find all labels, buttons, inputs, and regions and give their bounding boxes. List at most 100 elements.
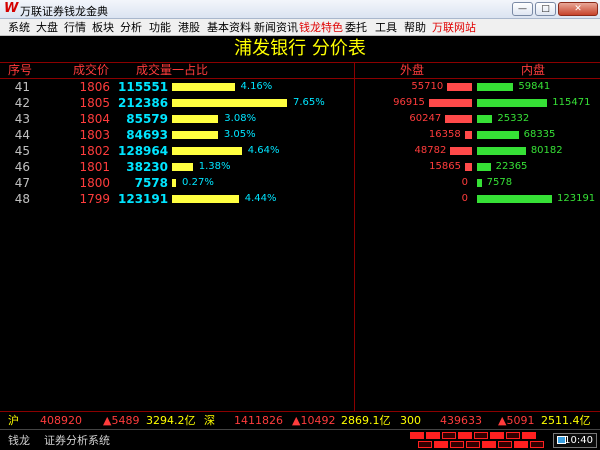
breadth-led bbox=[450, 441, 464, 448]
row-price: 1804 bbox=[79, 112, 110, 126]
table-row[interactable]: 46 1801 38230 1.38% 15865 22365 bbox=[0, 159, 600, 175]
inner-volume-bar bbox=[477, 163, 491, 171]
menu-item-analysis[interactable]: 分析 bbox=[120, 20, 142, 35]
row-inner-volume: 22365 bbox=[495, 161, 528, 172]
volume-share-bar bbox=[172, 115, 219, 123]
csi300-label: 300 bbox=[400, 414, 421, 427]
column-header-price: 成交价 bbox=[73, 63, 110, 77]
window-title: 万联证券钱龙金典 bbox=[20, 5, 108, 18]
row-price: 1802 bbox=[79, 144, 110, 158]
index-ticker-bar: 沪 408920 ▲5489 3294.2亿 深 1411826 ▲10492 … bbox=[0, 411, 600, 429]
row-volume: 128964 bbox=[118, 144, 169, 158]
row-seq: 48 bbox=[14, 192, 30, 206]
sh-index-change: ▲5489 bbox=[103, 414, 140, 427]
volume-share-bar bbox=[172, 195, 239, 203]
row-inner-volume: 80182 bbox=[530, 145, 563, 156]
row-volume-pct: 3.08% bbox=[224, 113, 257, 124]
row-volume-pct: 3.05% bbox=[223, 129, 256, 140]
row-volume: 123191 bbox=[118, 192, 169, 206]
menu-item-hk-stocks[interactable]: 港股 bbox=[178, 20, 200, 35]
menu-item-functions[interactable]: 功能 bbox=[149, 20, 171, 35]
brand-label[interactable]: 钱龙 bbox=[8, 433, 30, 448]
volume-share-bar bbox=[172, 83, 235, 91]
breadth-led bbox=[522, 432, 536, 439]
sz-index-label: 深 bbox=[204, 414, 215, 427]
breadth-led bbox=[530, 441, 544, 448]
row-seq: 44 bbox=[14, 128, 30, 142]
row-volume-pct: 4.16% bbox=[240, 81, 273, 92]
inner-volume-bar bbox=[477, 115, 493, 123]
title-bar: W 万联证券钱龙金典 — □ ✕ bbox=[0, 0, 600, 19]
breadth-led bbox=[410, 432, 424, 439]
row-outer-volume: 15865 bbox=[429, 161, 461, 172]
row-volume: 115551 bbox=[118, 80, 169, 94]
menu-item-market[interactable]: 大盘 bbox=[36, 20, 58, 35]
menu-item-qianlong-features[interactable]: 钱龙特色 bbox=[299, 20, 343, 35]
inner-volume-bar bbox=[477, 83, 514, 91]
clock-time: 10:40 bbox=[564, 435, 593, 446]
table-row[interactable]: 45 1802 128964 4.64% 48782 80182 bbox=[0, 143, 600, 159]
table-row[interactable]: 42 1805 212386 7.65% 96915 115471 bbox=[0, 95, 600, 111]
app-logo-icon: W bbox=[4, 1, 19, 16]
table-row[interactable]: 43 1804 85579 3.08% 60247 25332 bbox=[0, 111, 600, 127]
menu-item-system[interactable]: 系统 bbox=[8, 20, 30, 35]
row-seq: 46 bbox=[14, 160, 30, 174]
maximize-button[interactable]: □ bbox=[535, 2, 556, 16]
row-volume-pct: 4.44% bbox=[244, 193, 277, 204]
row-volume: 7578 bbox=[134, 176, 168, 190]
row-volume: 84693 bbox=[126, 128, 168, 142]
breadth-led bbox=[442, 432, 456, 439]
clock[interactable]: 10:40 bbox=[553, 433, 597, 448]
menu-item-fundamentals[interactable]: 基本资料 bbox=[207, 20, 251, 35]
row-volume-pct: 0.27% bbox=[182, 177, 214, 188]
close-button[interactable]: ✕ bbox=[558, 2, 598, 16]
row-volume-pct: 7.65% bbox=[293, 97, 325, 108]
row-inner-volume: 7578 bbox=[486, 177, 513, 188]
breadth-led bbox=[482, 441, 496, 448]
column-header-inner: 内盘 bbox=[521, 63, 546, 77]
csi300-turnover: 2511.4亿 bbox=[541, 414, 591, 427]
row-price: 1801 bbox=[79, 160, 110, 174]
breadth-led bbox=[474, 432, 488, 439]
column-header-volume-share: 成交量一占比 bbox=[136, 63, 209, 77]
outer-volume-bar bbox=[428, 99, 472, 107]
menu-item-news[interactable]: 新闻资讯 bbox=[254, 20, 298, 35]
inner-volume-bar bbox=[477, 131, 519, 139]
csi300-change: ▲5091 bbox=[498, 414, 535, 427]
volume-share-bar bbox=[172, 163, 193, 171]
row-price: 1800 bbox=[79, 176, 110, 190]
system-name: 证券分析系统 bbox=[44, 434, 110, 447]
inner-volume-bar bbox=[477, 179, 482, 187]
outer-volume-bar bbox=[464, 131, 472, 139]
sh-index-label: 沪 bbox=[8, 414, 19, 427]
row-seq: 43 bbox=[14, 112, 30, 126]
breadth-led bbox=[466, 441, 480, 448]
row-inner-volume: 68335 bbox=[523, 129, 556, 140]
row-volume: 85579 bbox=[126, 112, 168, 126]
menu-item-trade[interactable]: 委托 bbox=[345, 20, 367, 35]
outer-volume-bar bbox=[447, 83, 472, 91]
minimize-button[interactable]: — bbox=[512, 2, 533, 16]
menu-item-sectors[interactable]: 板块 bbox=[92, 20, 114, 35]
table-row[interactable]: 47 1800 7578 0.27% 0 7578 bbox=[0, 175, 600, 191]
menu-bar: 系统 大盘 行情 板块 分析 功能 港股 基本资料 新闻资讯 钱龙特色 委托 工… bbox=[0, 19, 600, 36]
menu-item-quotes[interactable]: 行情 bbox=[64, 20, 86, 35]
breadth-led bbox=[418, 441, 432, 448]
table-row[interactable]: 48 1799 123191 4.44% 0 123191 bbox=[0, 191, 600, 207]
table-row[interactable]: 44 1803 84693 3.05% 16358 68335 bbox=[0, 127, 600, 143]
row-seq: 45 bbox=[14, 144, 30, 158]
breadth-led bbox=[490, 432, 504, 439]
breadth-led bbox=[434, 441, 448, 448]
menu-item-wanlian-website[interactable]: 万联网站 bbox=[432, 20, 476, 35]
row-inner-volume: 59841 bbox=[518, 81, 551, 92]
row-seq: 47 bbox=[14, 176, 30, 190]
volume-share-bar bbox=[172, 99, 287, 107]
menu-item-tools[interactable]: 工具 bbox=[375, 20, 397, 35]
row-outer-volume: 60247 bbox=[409, 113, 442, 124]
row-price: 1799 bbox=[79, 192, 110, 206]
menu-item-help[interactable]: 帮助 bbox=[404, 20, 426, 35]
table-row[interactable]: 41 1806 115551 4.16% 55710 59841 bbox=[0, 79, 600, 95]
page-title: 浦发银行 分价表 bbox=[234, 38, 366, 59]
column-header-seq: 序号 bbox=[8, 63, 33, 77]
breadth-led bbox=[514, 441, 528, 448]
